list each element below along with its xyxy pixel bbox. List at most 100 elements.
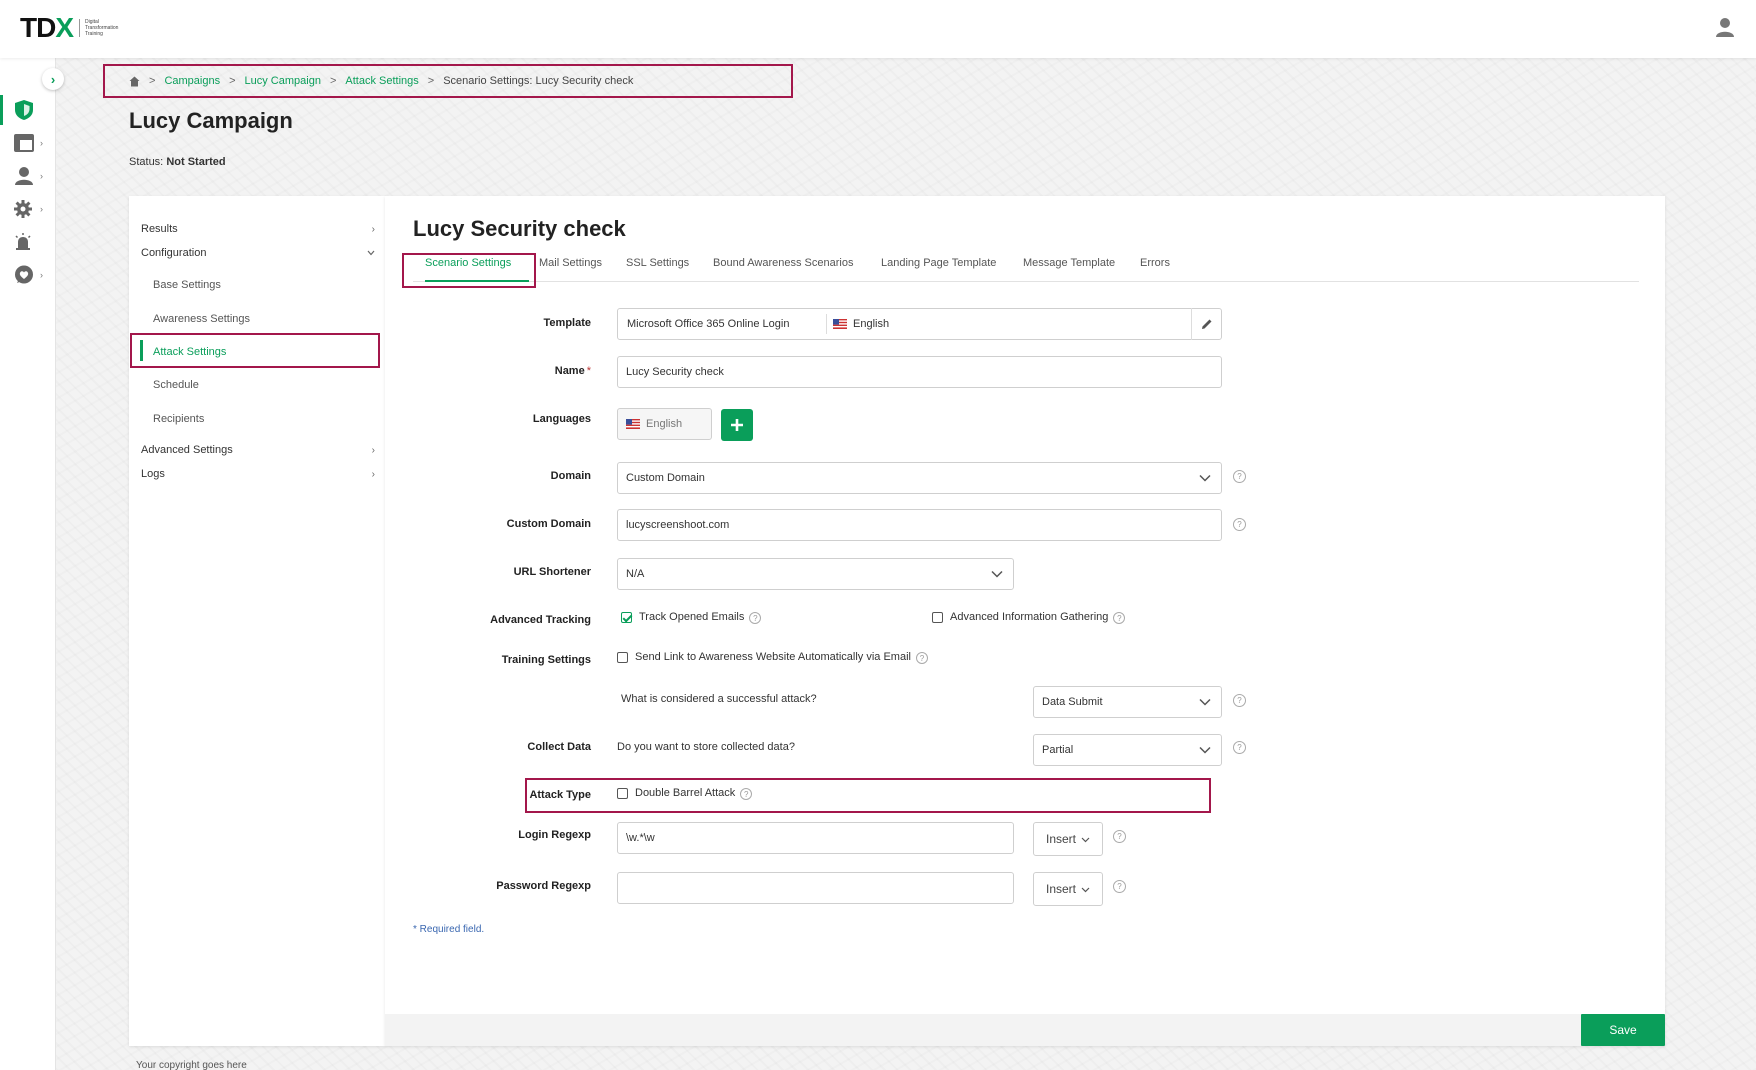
help-icon[interactable]: ?	[1233, 518, 1246, 531]
nav-item-recipients[interactable]: Recipients	[153, 410, 204, 428]
double-barrel-checkbox[interactable]	[617, 787, 628, 799]
template-field: Microsoft Office 365 Online Login Englis…	[617, 308, 1222, 340]
collect-data-select[interactable]: Partial	[1033, 734, 1222, 766]
custom-domain-label: Custom Domain	[506, 518, 591, 530]
nav-item-advanced-settings[interactable]: Advanced Settings ›	[141, 441, 375, 459]
double-barrel-option[interactable]: Double Barrel Attack ?	[617, 787, 753, 800]
nav-item-results[interactable]: Results ›	[141, 220, 375, 238]
required-field-note: * Required field.	[413, 924, 485, 935]
password-insert-dropdown[interactable]: Insert	[1033, 872, 1103, 906]
successful-attack-value: Data Submit	[1042, 696, 1103, 708]
tab-landing-page-template[interactable]: Landing Page Template	[881, 257, 996, 269]
nav-item-attack-settings[interactable]: Attack Settings	[153, 343, 226, 361]
home-icon[interactable]	[129, 76, 140, 87]
rail-item-recipients[interactable]: ›	[0, 161, 56, 191]
collect-data-question: Do you want to store collected data?	[617, 741, 795, 753]
heart-chat-icon	[15, 265, 33, 284]
url-shortener-select[interactable]: N/A	[617, 558, 1014, 590]
info-gathering-label: Advanced Information Gathering	[950, 611, 1109, 623]
edit-template-button[interactable]	[1191, 308, 1221, 340]
chevron-right-icon: ›	[371, 444, 375, 456]
us-flag-icon	[626, 419, 640, 429]
rail-item-campaigns[interactable]	[0, 95, 56, 125]
password-regexp-label: Password Regexp	[496, 880, 591, 892]
info-gathering-checkbox[interactable]	[932, 611, 943, 623]
help-icon[interactable]: ?	[1233, 694, 1246, 707]
track-opened-emails-label: Track Opened Emails	[639, 611, 745, 623]
breadcrumb-attack-settings[interactable]: Attack Settings	[345, 75, 418, 87]
left-rail: › › › ›	[0, 58, 56, 1070]
help-icon[interactable]: ?	[1113, 830, 1126, 843]
tab-bound-awareness-scenarios[interactable]: Bound Awareness Scenarios	[713, 257, 853, 269]
domain-label: Domain	[550, 470, 591, 482]
track-opened-emails-option[interactable]: Track Opened Emails ?	[621, 611, 762, 624]
successful-attack-select[interactable]: Data Submit	[1033, 686, 1222, 718]
rail-item-alerts[interactable]	[0, 227, 56, 257]
top-bar: TDX Digital Transformation Training	[0, 0, 1756, 58]
rail-item-settings[interactable]: ›	[0, 194, 56, 224]
logo[interactable]: TDX Digital Transformation Training	[20, 14, 131, 42]
send-link-option[interactable]: Send Link to Awareness Website Automatic…	[617, 651, 928, 664]
help-icon[interactable]: ?	[1233, 470, 1246, 483]
alarm-icon	[15, 233, 31, 250]
help-icon[interactable]: ?	[1113, 612, 1126, 624]
save-button[interactable]: Save	[1581, 1014, 1665, 1046]
template-language-label: English	[853, 318, 890, 330]
template-language: English	[826, 314, 1191, 334]
double-barrel-label: Double Barrel Attack	[635, 787, 736, 799]
language-chip[interactable]: English	[617, 408, 712, 440]
chevron-down-icon	[1081, 837, 1090, 842]
scenario-title: Lucy Security check	[413, 216, 626, 241]
sidebar-toggle-button[interactable]: ›	[42, 68, 64, 90]
breadcrumb-lucy-campaign[interactable]: Lucy Campaign	[245, 75, 321, 87]
breadcrumb-separator: >	[229, 75, 236, 87]
nav-item-configuration[interactable]: Configuration	[141, 244, 375, 262]
chevron-down-icon	[367, 250, 375, 256]
tab-message-template[interactable]: Message Template	[1023, 257, 1115, 269]
nav-item-awareness-settings[interactable]: Awareness Settings	[153, 310, 250, 328]
login-regexp-input[interactable]: \w.*\w	[617, 822, 1014, 854]
rail-item-templates[interactable]: ›	[0, 128, 56, 158]
pencil-icon	[1201, 319, 1211, 329]
collect-data-label: Collect Data	[527, 741, 591, 753]
nav-item-schedule[interactable]: Schedule	[153, 376, 199, 394]
tab-ssl-settings[interactable]: SSL Settings	[626, 257, 689, 269]
help-icon[interactable]: ?	[915, 652, 928, 664]
name-label-text: Name	[554, 365, 585, 377]
breadcrumb-separator: >	[427, 75, 435, 87]
status-label: Status:	[129, 156, 164, 168]
tab-errors[interactable]: Errors	[1140, 257, 1170, 269]
domain-select[interactable]: Custom Domain	[617, 462, 1222, 494]
campaign-status: Status: Not Started	[129, 156, 226, 168]
breadcrumb-current: Scenario Settings: Lucy Security check	[443, 75, 634, 87]
help-icon[interactable]: ?	[1113, 880, 1126, 893]
custom-domain-input[interactable]: lucyscreenshoot.com	[617, 509, 1222, 541]
url-shortener-value: N/A	[626, 568, 645, 580]
breadcrumb-campaigns[interactable]: Campaigns	[164, 75, 220, 87]
nav-item-logs[interactable]: Logs ›	[141, 465, 375, 483]
send-link-label: Send Link to Awareness Website Automatic…	[635, 651, 911, 663]
successful-attack-question: What is considered a successful attack?	[621, 693, 817, 705]
breadcrumb: > Campaigns > Lucy Campaign > Attack Set…	[103, 64, 793, 98]
required-mark: *	[586, 365, 591, 377]
track-opened-emails-checkbox[interactable]	[621, 611, 632, 623]
send-link-checkbox[interactable]	[617, 651, 628, 663]
help-icon[interactable]: ?	[1233, 741, 1246, 754]
insert-label: Insert	[1045, 832, 1076, 846]
help-icon[interactable]: ?	[749, 612, 762, 624]
tab-mail-settings[interactable]: Mail Settings	[539, 257, 602, 269]
layout-icon	[14, 134, 34, 152]
info-gathering-option[interactable]: Advanced Information Gathering ?	[932, 611, 1126, 624]
nav-item-label: Results	[141, 223, 178, 235]
insert-label: Insert	[1045, 882, 1076, 896]
login-insert-dropdown[interactable]: Insert	[1033, 822, 1103, 856]
name-input[interactable]: Lucy Security check	[617, 356, 1222, 388]
user-icon[interactable]	[1714, 16, 1736, 38]
help-icon[interactable]: ?	[740, 788, 753, 800]
password-regexp-input[interactable]	[617, 872, 1014, 904]
nav-item-base-settings[interactable]: Base Settings	[153, 276, 221, 294]
training-settings-label: Training Settings	[501, 654, 591, 666]
rail-item-support[interactable]: ›	[0, 260, 56, 290]
chevron-right-icon: ›	[40, 138, 43, 148]
add-language-button[interactable]	[721, 409, 753, 441]
